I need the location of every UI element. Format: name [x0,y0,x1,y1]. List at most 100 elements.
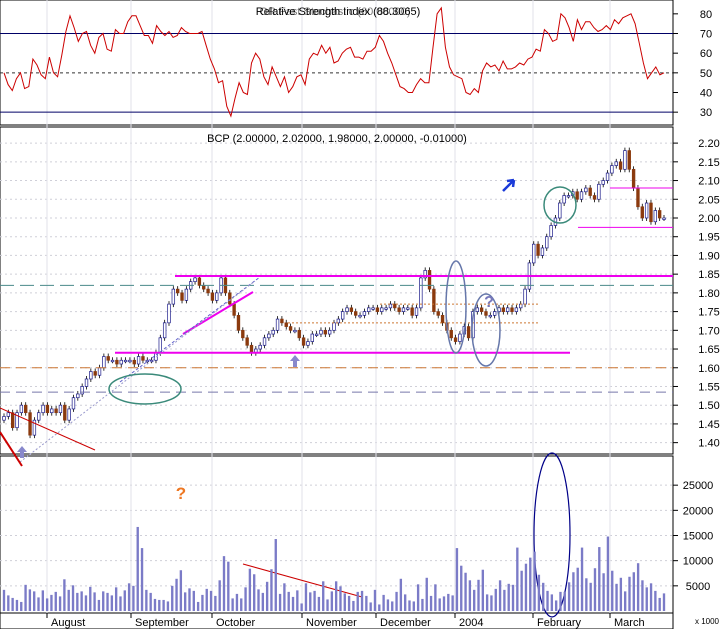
candle-body [249,344,254,354]
candle-body [102,356,106,369]
volume-bar [580,547,584,611]
xtick-label: March [614,617,645,629]
candle-body [162,322,167,339]
volume-bar [339,586,342,611]
candle-body [488,314,493,318]
candle-body [475,307,479,312]
volume-bar [58,596,62,611]
volume-bar [71,585,75,611]
volume-bar [140,548,144,611]
candle-body [89,371,93,380]
candle-body [228,292,232,305]
volume-bar [270,569,273,611]
xtick-label: February [537,617,582,629]
candle-body [649,202,653,223]
candle-body [50,408,54,414]
volume-bar [360,590,364,611]
annotation-question-mark: ? [484,294,494,311]
candle-body [327,329,332,335]
volume-bar [576,567,579,611]
volume-bar [183,592,187,611]
volume-bar [412,601,415,611]
candle-body [301,337,306,346]
volume-bar [158,599,161,611]
candle-body [245,337,249,346]
volume-ytick-label: 10000 [683,556,714,568]
volume-bar [598,547,601,611]
candle-body [115,359,119,365]
volume-bar [511,584,515,611]
volume-bar [322,581,325,611]
candle-body [271,329,275,335]
volume-bar [494,588,497,611]
volume-bar [15,599,19,611]
volume-bar [45,598,49,611]
volume-ytick-label: 25000 [683,480,714,492]
candle-body [519,303,523,309]
price-ytick-label: 2.05 [698,194,719,206]
price-ytick-label: 1.65 [698,344,719,356]
candle-body [566,195,571,198]
volume-bar [395,591,398,611]
volume-bar [102,591,105,611]
volume-bar [623,591,627,611]
volume-bar [468,580,472,611]
volume-bar [274,539,277,611]
volume-bar [529,557,532,611]
volume-bar [347,595,351,611]
price-ytick-label: 1.80 [698,288,719,300]
candle-body [636,187,640,208]
annotation-question-mark: ? [176,484,186,503]
volume-bar [343,593,346,611]
candle-body [579,191,584,200]
candle-body [167,303,171,324]
volume-bar [313,590,316,611]
volume-bar [7,595,10,611]
candle-body [427,270,432,290]
candle-body [618,161,623,170]
candle-body [479,307,484,312]
candle-body [232,303,236,316]
volume-bar [520,570,523,611]
candle-body [171,288,176,305]
candle-body [288,326,293,331]
volume-bar [645,587,648,611]
volume-bar [261,592,265,611]
xtick-label: September [135,617,189,629]
candle-body [592,195,597,200]
volume-bar [550,594,554,611]
candle-body [336,318,341,324]
volume-bar [291,596,295,611]
candle-body [45,404,50,414]
volume-bar [153,598,157,611]
candle-body [184,288,189,301]
rsi-ytick-label: 40 [700,88,712,100]
volume-bar [119,596,122,611]
volume-bar [516,547,519,611]
volume-bar [606,536,610,611]
volume-bar [490,595,493,611]
price-ytick-label: 1.50 [698,400,719,412]
price-ytick-label: 1.95 [698,232,719,244]
rsi-title: Relative Strength Index (88.3065) [256,6,421,18]
candle-body [505,307,510,312]
candle-body [132,359,136,365]
candle-body [323,329,328,335]
volume-bar [403,594,407,611]
volume-bar [386,599,390,611]
volume-bar [546,590,549,611]
candle-body [71,397,76,410]
volume-bar [287,591,290,611]
candle-body [549,225,553,238]
volume-bar [572,572,575,611]
candle-body [206,288,210,294]
candle-body [314,333,319,336]
candle-body [466,326,471,339]
volume-bar [425,577,428,611]
volume-bar [106,592,109,611]
volume-bar [227,561,230,611]
volume-bar [636,563,640,611]
candle-body [241,329,245,339]
candle-body [397,307,401,312]
candle-body [202,285,206,290]
